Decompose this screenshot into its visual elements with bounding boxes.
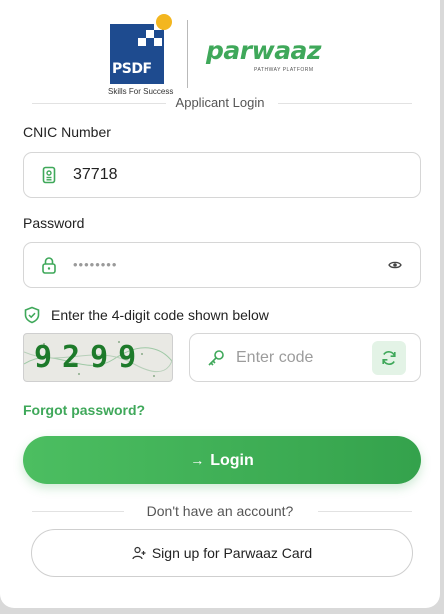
parwaaz-logo: parwaaz PATHWAY PLATFORM (206, 36, 346, 82)
password-masked-value: •••••••• (73, 257, 118, 272)
refresh-captcha-button[interactable] (372, 341, 406, 375)
psdf-logo-text: PSDF (112, 61, 152, 77)
arrow-right-icon: → (190, 452, 205, 468)
key-icon (208, 350, 224, 366)
cnic-label: CNIC Number (23, 124, 111, 140)
id-card-icon (42, 166, 56, 184)
cnic-input[interactable]: 37718 (23, 152, 421, 198)
lock-icon (42, 257, 56, 274)
parwaaz-logo-text: parwaaz (206, 36, 321, 65)
captcha-prompt-text: Enter the 4-digit code shown below (51, 307, 269, 323)
password-label: Password (23, 215, 85, 231)
signup-button[interactable]: Sign up for Parwaaz Card (31, 529, 413, 577)
user-plus-icon (132, 547, 146, 560)
title-divider-right (278, 103, 412, 104)
captcha-image: 9299 (23, 333, 173, 382)
cnic-value: 37718 (73, 166, 118, 183)
forgot-password-link[interactable]: Forgot password? (23, 402, 145, 418)
login-button[interactable]: → Login (23, 436, 421, 484)
captcha-code-input[interactable] (236, 346, 366, 370)
logo-divider (187, 20, 188, 88)
login-card: PSDF Skills For Success parwaaz PATHWAY … (0, 0, 440, 608)
shield-icon (24, 306, 40, 324)
account-divider-right (318, 511, 412, 512)
password-input[interactable]: •••••••• (23, 242, 421, 288)
parwaaz-logo-subtitle: PATHWAY PLATFORM (254, 67, 314, 73)
logo-row: PSDF Skills For Success parwaaz PATHWAY … (0, 8, 440, 96)
signup-button-label: Sign up for Parwaaz Card (151, 545, 313, 561)
login-button-label: Login (210, 452, 254, 469)
psdf-logo: PSDF Skills For Success (106, 12, 176, 96)
refresh-icon (382, 351, 396, 365)
eye-icon[interactable] (388, 258, 402, 272)
captcha-code: 9299 (34, 340, 147, 375)
captcha-code-field[interactable] (189, 333, 421, 382)
